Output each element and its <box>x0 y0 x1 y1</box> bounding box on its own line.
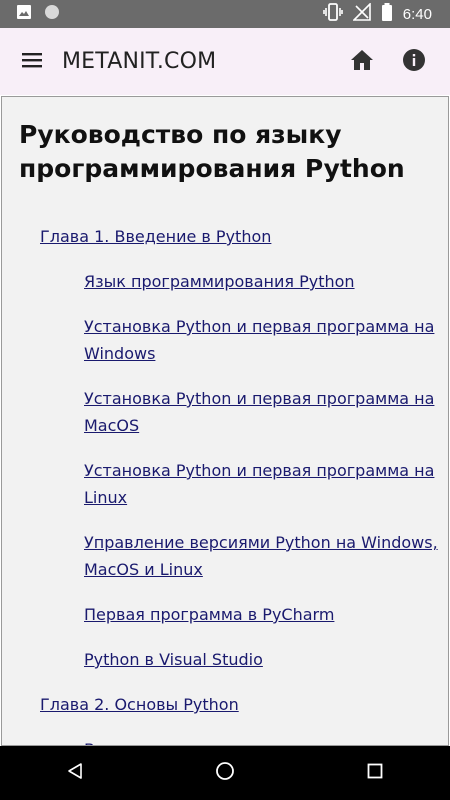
back-button[interactable] <box>45 746 105 800</box>
no-signal-icon <box>351 2 371 25</box>
toc-lesson[interactable]: Установка Python и первая программа на M… <box>84 385 439 439</box>
nav-bar <box>0 746 450 800</box>
home-circle-icon <box>215 761 235 785</box>
toc-lesson[interactable]: Python в Visual Studio <box>84 646 439 673</box>
circle-icon <box>44 4 60 24</box>
recents-icon <box>367 763 383 783</box>
app-actions <box>346 46 450 78</box>
vibrate-icon <box>322 3 343 25</box>
status-time: 6:40 <box>402 5 432 23</box>
battery-icon <box>381 3 393 25</box>
back-icon <box>66 762 84 784</box>
content-frame: Руководство по языку программирования Py… <box>1 96 449 746</box>
app-title: METANIT.COM <box>62 49 217 74</box>
home-icon <box>350 49 374 75</box>
toc-chapter-2[interactable]: Глава 2. Основы Python <box>40 691 239 718</box>
menu-icon <box>21 51 43 73</box>
toc-lesson[interactable]: Управление версиями Python на Windows, M… <box>84 529 439 583</box>
info-icon <box>402 48 426 76</box>
status-right: 6:40 <box>322 2 450 25</box>
screen: 6:40 METANIT.COM Руководство по языку пр… <box>0 0 450 800</box>
home-nav-button[interactable] <box>195 746 255 800</box>
menu-button[interactable] <box>0 30 64 94</box>
app-bar: METANIT.COM <box>0 28 450 95</box>
page-title: Руководство по языку программирования Py… <box>19 120 405 183</box>
home-button[interactable] <box>346 46 378 78</box>
toc-chapter-1[interactable]: Глава 1. Введение в Python <box>40 223 271 250</box>
info-button[interactable] <box>398 46 430 78</box>
recents-button[interactable] <box>345 746 405 800</box>
status-left <box>0 4 60 24</box>
toc-lesson[interactable]: Введение в написание программ <box>84 736 439 745</box>
status-bar: 6:40 <box>0 0 450 28</box>
toc-lesson[interactable]: Установка Python и первая программа на L… <box>84 457 439 511</box>
toc-lesson[interactable]: Первая программа в PyCharm <box>84 601 439 628</box>
image-icon <box>16 4 32 24</box>
toc-lesson[interactable]: Язык программирования Python <box>84 268 439 295</box>
toc-lesson[interactable]: Установка Python и первая программа на W… <box>84 313 439 367</box>
